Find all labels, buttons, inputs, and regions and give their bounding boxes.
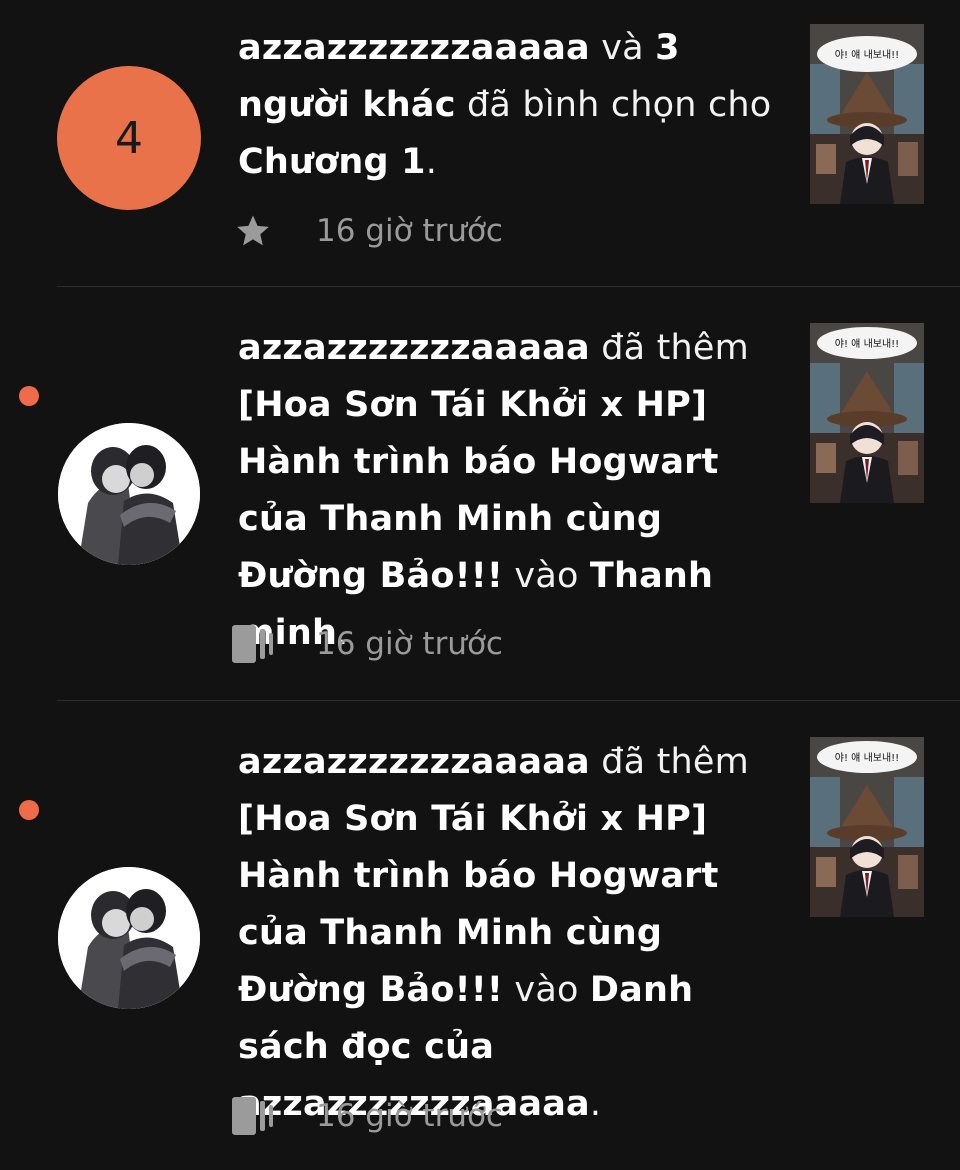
unread-indicator	[19, 800, 39, 820]
star-icon	[232, 210, 274, 252]
notification-text[interactable]: azzazzzzzzzaaaaa đã thêm [Hoa Sơn Tái Kh…	[238, 320, 790, 662]
unread-indicator	[19, 386, 39, 406]
actor-name[interactable]: azzazzzzzzzaaaaa	[238, 328, 590, 368]
notification-item[interactable]: azzazzzzzzzaaaaa đã thêm [Hoa Sơn Tái Kh…	[0, 288, 960, 701]
notification-item[interactable]: azzazzzzzzzaaaaa đã thêm [Hoa Sơn Tái Kh…	[0, 702, 960, 1170]
cover-caption: 야! 얘 내보내!!	[835, 752, 899, 764]
connector-text: vào	[503, 556, 590, 596]
others-count: 4	[115, 112, 143, 164]
avatar[interactable]	[58, 867, 200, 1009]
reading-list-icon	[232, 1095, 274, 1137]
divider	[57, 286, 960, 287]
notification-item[interactable]: 4 azzazzzzzzzaaaaa và 3 người khác đã bì…	[0, 0, 960, 287]
divider	[57, 700, 960, 701]
timestamp: 16 giờ trước	[316, 626, 503, 662]
verb-text: đã thêm	[589, 328, 749, 368]
reading-list-icon	[232, 623, 274, 665]
notification-meta: 16 giờ trước	[232, 209, 503, 253]
story-cover[interactable]: 야! 얘 내보내!!	[810, 24, 924, 204]
timestamp: 16 giờ trước	[316, 1098, 503, 1134]
cover-caption: 야! 얘 내보내!!	[835, 338, 899, 350]
notification-text[interactable]: azzazzzzzzzaaaaa và 3 người khác đã bình…	[238, 20, 790, 191]
timestamp: 16 giờ trước	[316, 213, 503, 249]
end-punctuation: .	[589, 1084, 602, 1124]
connector-text: và	[589, 28, 656, 68]
notification-meta: 16 giờ trước	[232, 622, 503, 666]
cover-caption: 야! 얘 내보내!!	[835, 49, 899, 61]
actor-name[interactable]: azzazzzzzzzaaaaa	[238, 28, 590, 68]
connector-text: vào	[503, 970, 590, 1010]
actor-name[interactable]: azzazzzzzzzaaaaa	[238, 742, 590, 782]
notification-meta: 16 giờ trước	[232, 1094, 503, 1138]
end-punctuation: .	[425, 142, 438, 182]
others-count-avatar[interactable]: 4	[57, 66, 201, 210]
avatar[interactable]	[58, 423, 200, 565]
verb-text: đã bình chọn cho	[455, 85, 772, 125]
notification-text[interactable]: azzazzzzzzzaaaaa đã thêm [Hoa Sơn Tái Kh…	[238, 734, 790, 1133]
story-cover[interactable]: 야! 얘 내보내!!	[810, 737, 924, 917]
story-cover[interactable]: 야! 얘 내보내!!	[810, 323, 924, 503]
chapter-link[interactable]: Chương 1	[238, 142, 426, 182]
verb-text: đã thêm	[589, 742, 749, 782]
